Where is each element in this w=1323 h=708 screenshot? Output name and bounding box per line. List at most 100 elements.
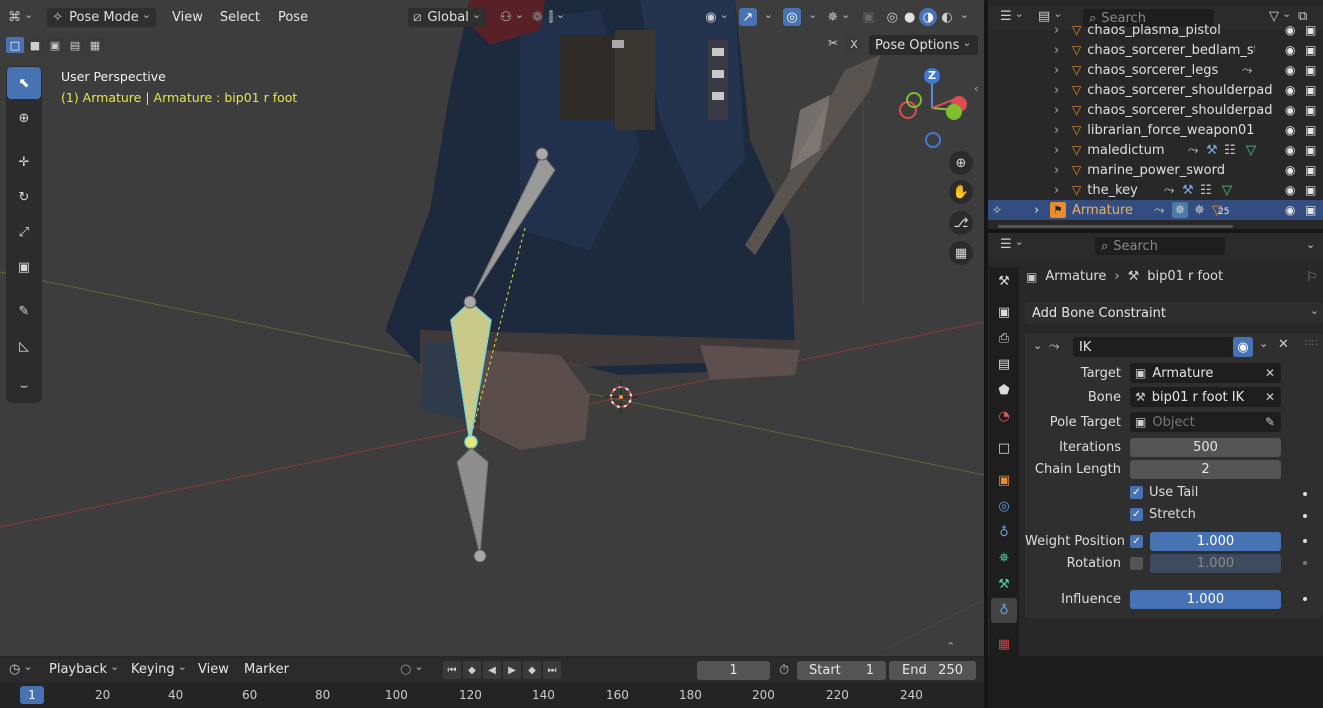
bone-overlay-icon[interactable]: ✵	[827, 10, 850, 25]
properties-editor-icon[interactable]: ☰	[1000, 237, 1024, 252]
material-shading-icon[interactable]: ◑	[919, 8, 938, 26]
list-item[interactable]: › ▽ marine_power_sword ◉ ▣	[988, 160, 1323, 180]
eye-icon[interactable]: ◉	[1285, 143, 1295, 157]
annotate-tool[interactable]: ✎	[7, 295, 41, 327]
collection-tab-icon[interactable]: □	[991, 437, 1017, 461]
bone-constraint-tab-icon[interactable]: ♁	[991, 598, 1017, 623]
list-item[interactable]: › ▽ the_key ⤳ ⚒ ☷ ▽ ◉ ▣	[988, 180, 1323, 200]
keyframe-dot-icon[interactable]	[1303, 561, 1307, 565]
camera-icon[interactable]: ▣	[1305, 63, 1316, 77]
clear-target-icon[interactable]: ✕	[1265, 366, 1275, 380]
camera-view-icon[interactable]: ⎇	[949, 211, 973, 235]
camera-icon[interactable]: ▣	[1305, 163, 1316, 177]
pan-hand-icon[interactable]: ✋	[949, 180, 973, 204]
overlay-dropdown-icon[interactable]	[805, 11, 817, 24]
object-tab-icon[interactable]: ▣	[991, 468, 1017, 492]
play-icon[interactable]: ▶	[503, 661, 521, 679]
perspective-toggle-icon[interactable]: ▦	[949, 241, 973, 265]
camera-icon[interactable]: ▣	[1305, 143, 1316, 157]
camera-icon[interactable]: ▣	[1305, 123, 1316, 137]
pivot-icon[interactable]: ⚇	[500, 10, 524, 25]
keyframe-dot-icon[interactable]	[1303, 514, 1307, 518]
list-item[interactable]: › ▽ chaos_sorcerer_legs ⤳ ◉ ▣	[988, 60, 1323, 80]
chain-length-field[interactable]: 2	[1130, 460, 1281, 479]
delete-constraint-icon[interactable]: ✕	[1278, 337, 1289, 352]
select-box-tool[interactable]: ⬉	[7, 67, 41, 99]
weight-position-checkbox[interactable]: ✓	[1130, 535, 1143, 548]
solid-shading-icon[interactable]: ●	[904, 10, 915, 25]
menu-pose[interactable]: Pose	[278, 10, 308, 25]
viewport[interactable]: Z ⌘ ✧ Pose Mode View Select Pose ⧄ Globa…	[0, 0, 984, 656]
visibility-icon[interactable]: ◉	[705, 10, 729, 25]
editor-type-icon[interactable]: ⌘	[8, 10, 33, 25]
select-invert-icon[interactable]: ▤	[66, 37, 84, 53]
rotation-slider[interactable]: 1.000	[1150, 554, 1281, 573]
select-new-icon[interactable]: □	[6, 37, 24, 53]
add-bone-constraint-button[interactable]: Add Bone Constraint	[1025, 302, 1323, 324]
pin-icon[interactable]: ⚐	[1306, 270, 1318, 285]
pole-target-field[interactable]: ▣ Object ✎	[1130, 412, 1281, 432]
properties-options-icon[interactable]: ⌄	[1306, 238, 1315, 251]
clear-bone-icon[interactable]: ✕	[1265, 390, 1275, 404]
zoom-icon[interactable]: ⊕	[949, 151, 973, 175]
mirror-icon[interactable]: ✂	[828, 36, 838, 50]
keyframe-dot-icon[interactable]	[1303, 539, 1307, 543]
scene-tab-icon[interactable]: ⬟	[991, 379, 1017, 403]
collapse-sidebar-icon[interactable]: ‹	[974, 82, 978, 95]
x-mirror-icon[interactable]: X	[846, 36, 862, 52]
rotation-checkbox[interactable]	[1130, 557, 1143, 570]
bone-tab-icon[interactable]: ⚒	[991, 572, 1017, 596]
expand-timeline-icon[interactable]: ⌃	[946, 640, 955, 653]
constraint-menu-icon[interactable]: ⌄	[1259, 337, 1268, 350]
snap-icon[interactable]: ❁	[532, 10, 543, 25]
list-item[interactable]: › ▽ chaos_sorcerer_shoulderpad ◉ ▣	[988, 80, 1323, 100]
keyframe-dot-icon[interactable]	[1303, 492, 1307, 496]
eye-icon[interactable]: ◉	[1285, 123, 1295, 137]
eye-icon[interactable]: ◉	[1285, 203, 1295, 217]
gizmo-dropdown-icon[interactable]	[761, 11, 773, 24]
eye-icon[interactable]: ◉	[1285, 83, 1295, 97]
eye-icon[interactable]: ◉	[1285, 23, 1295, 37]
outliner-scrollbar[interactable]	[998, 225, 1233, 228]
eye-icon[interactable]: ◉	[1285, 43, 1295, 57]
stretch-checkbox[interactable]: ✓ Stretch	[1130, 507, 1196, 522]
drag-handle-icon[interactable]: ∷∷	[1305, 338, 1318, 349]
list-item[interactable]: › ▽ chaos_sorcerer_shoulderpad ◉ ▣	[988, 100, 1323, 120]
transform-tool[interactable]: ▣	[7, 251, 41, 283]
use-tail-checkbox[interactable]: ✓ Use Tail	[1130, 485, 1198, 500]
camera-icon[interactable]: ▣	[1305, 23, 1316, 37]
jump-start-icon[interactable]: ⏮	[443, 661, 461, 679]
influence-slider[interactable]: 1.000	[1130, 590, 1281, 609]
bone-field[interactable]: ⚒ bip01 r foot IK ✕	[1130, 387, 1281, 407]
jump-keyframe-back-icon[interactable]: ◆	[463, 661, 481, 679]
tool-tab-icon[interactable]: ⚒	[991, 269, 1017, 293]
scale-tool[interactable]: ⤢	[7, 216, 41, 248]
start-frame-field[interactable]: Start 1	[797, 661, 886, 680]
iterations-field[interactable]: 500	[1130, 438, 1281, 457]
list-item[interactable]: › ▽ maledictum ⤳ ⚒ ☷ ▽ ◉ ▣	[988, 140, 1323, 160]
selected-list-item[interactable]: ✧ › ⚑ Armature ⤳ ✵ ✵ ▽ 25 ◉ ▣	[988, 200, 1323, 220]
wireframe-shading-icon[interactable]: ◎	[887, 10, 898, 25]
eye-icon[interactable]: ◉	[1285, 163, 1295, 177]
list-item[interactable]: › ▽ librarian_force_weapon01 ◉ ▣	[988, 120, 1323, 140]
keyframe-dot-icon[interactable]	[1303, 597, 1307, 601]
orientation-dropdown[interactable]: ⧄ Global	[408, 7, 487, 27]
weight-position-slider[interactable]: 1.000	[1150, 532, 1281, 551]
target-field[interactable]: ▣ Armature ✕	[1130, 363, 1281, 383]
camera-icon[interactable]: ▣	[1305, 103, 1316, 117]
menu-view[interactable]: View	[172, 10, 203, 25]
menu-select[interactable]: Select	[220, 10, 260, 25]
constraint-name-field[interactable]: IK	[1073, 337, 1233, 357]
properties-search[interactable]: ⌕ Search	[1095, 237, 1225, 255]
collapse-panel-icon[interactable]: ⌄	[1033, 339, 1042, 352]
auto-keying-icon[interactable]: ○	[400, 662, 424, 677]
snap-target-icon[interactable]: ⫿	[549, 10, 565, 25]
camera-icon[interactable]: ▣	[1305, 43, 1316, 57]
pose-options-dropdown[interactable]: Pose Options	[869, 35, 978, 55]
jump-end-icon[interactable]: ⏭	[543, 661, 561, 679]
playhead-frame-badge[interactable]: 1	[20, 686, 44, 704]
output-tab-icon[interactable]: ⎙	[991, 327, 1017, 351]
move-tool[interactable]: ✛	[7, 146, 41, 178]
gizmo-toggle-icon[interactable]: ↗	[738, 8, 757, 26]
mode-dropdown[interactable]: ✧ Pose Mode	[47, 7, 156, 27]
